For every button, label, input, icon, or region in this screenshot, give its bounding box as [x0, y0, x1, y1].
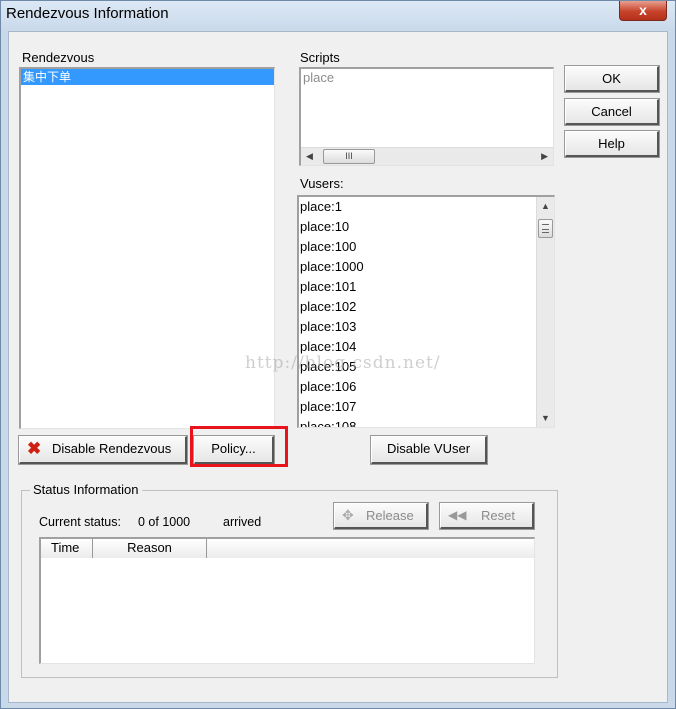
highlight-box	[190, 426, 288, 467]
list-item[interactable]: place:101	[299, 278, 554, 298]
list-item[interactable]: place:106	[299, 378, 554, 398]
current-status-value: 0 of 1000	[138, 515, 191, 529]
list-item[interactable]: place:108	[299, 418, 554, 427]
help-button[interactable]: Help	[564, 130, 660, 158]
arrived-label: arrived	[223, 515, 262, 529]
scripts-label: Scripts	[300, 50, 340, 65]
scroll-right-icon[interactable]: ▶	[541, 151, 548, 162]
column-header-reason[interactable]: Reason	[93, 539, 207, 558]
status-group-title: Status Information	[30, 482, 142, 497]
scripts-horizontal-scrollbar[interactable]: ◀ III ▶	[301, 147, 553, 165]
disable-x-icon: ✖	[27, 439, 42, 458]
disable-rendezvous-label: Disable Rendezvous	[52, 441, 172, 456]
column-header-blank	[207, 539, 534, 558]
rewind-icon: ◀◀	[448, 508, 467, 522]
list-item[interactable]: place:1000	[299, 258, 554, 278]
list-item[interactable]: place:1	[299, 198, 554, 218]
disable-rendezvous-button[interactable]: ✖ Disable Rendezvous	[18, 435, 188, 465]
status-groupbox: Status Information Current status: 0 of …	[21, 482, 558, 678]
list-item[interactable]: place:103	[299, 318, 554, 338]
release-label: Release	[366, 508, 414, 523]
scroll-thumb[interactable]	[538, 219, 553, 238]
rendezvous-list[interactable]: 集中下单	[19, 67, 275, 429]
rendezvous-window: Rendezvous Information x Rendezvous 集中下单…	[0, 0, 676, 709]
ok-button[interactable]: OK	[564, 65, 660, 93]
reset-label: Reset	[481, 508, 515, 523]
scroll-thumb[interactable]: III	[323, 149, 375, 164]
scroll-down-icon[interactable]: ▼	[541, 413, 550, 423]
disable-vuser-button[interactable]: Disable VUser	[370, 435, 488, 465]
close-button[interactable]: x	[619, 1, 667, 21]
list-item[interactable]: place:10	[299, 218, 554, 238]
cancel-button[interactable]: Cancel	[564, 98, 660, 126]
vusers-list[interactable]: place:1 place:10 place:100 place:1000 place:…	[297, 195, 555, 428]
status-table: Time Reason	[39, 537, 535, 664]
list-item[interactable]: 集中下单	[21, 69, 274, 85]
close-icon: x	[639, 2, 647, 18]
vusers-label: Vusers:	[300, 176, 344, 191]
scroll-left-icon[interactable]: ◀	[306, 151, 313, 162]
title-bar[interactable]: Rendezvous Information x	[1, 1, 675, 29]
list-item[interactable]: place:107	[299, 398, 554, 418]
list-item[interactable]: place:102	[299, 298, 554, 318]
release-icon: ✥	[342, 507, 354, 523]
watermark-text: http://blog.csdn.net/	[245, 353, 441, 373]
rendezvous-label: Rendezvous	[22, 50, 95, 65]
vusers-vertical-scrollbar[interactable]: ▲ ▼	[536, 197, 554, 427]
scroll-up-icon[interactable]: ▲	[541, 201, 550, 211]
release-button[interactable]: ✥ Release	[333, 502, 429, 530]
window-title: Rendezvous Information	[6, 5, 169, 22]
scripts-list[interactable]: place ◀ III ▶	[299, 67, 554, 166]
list-item[interactable]: place:100	[299, 238, 554, 258]
reset-button[interactable]: ◀◀ Reset	[439, 502, 535, 530]
column-header-time[interactable]: Time	[41, 539, 93, 558]
list-item[interactable]: place	[301, 69, 553, 89]
current-status-label: Current status:	[39, 515, 121, 529]
